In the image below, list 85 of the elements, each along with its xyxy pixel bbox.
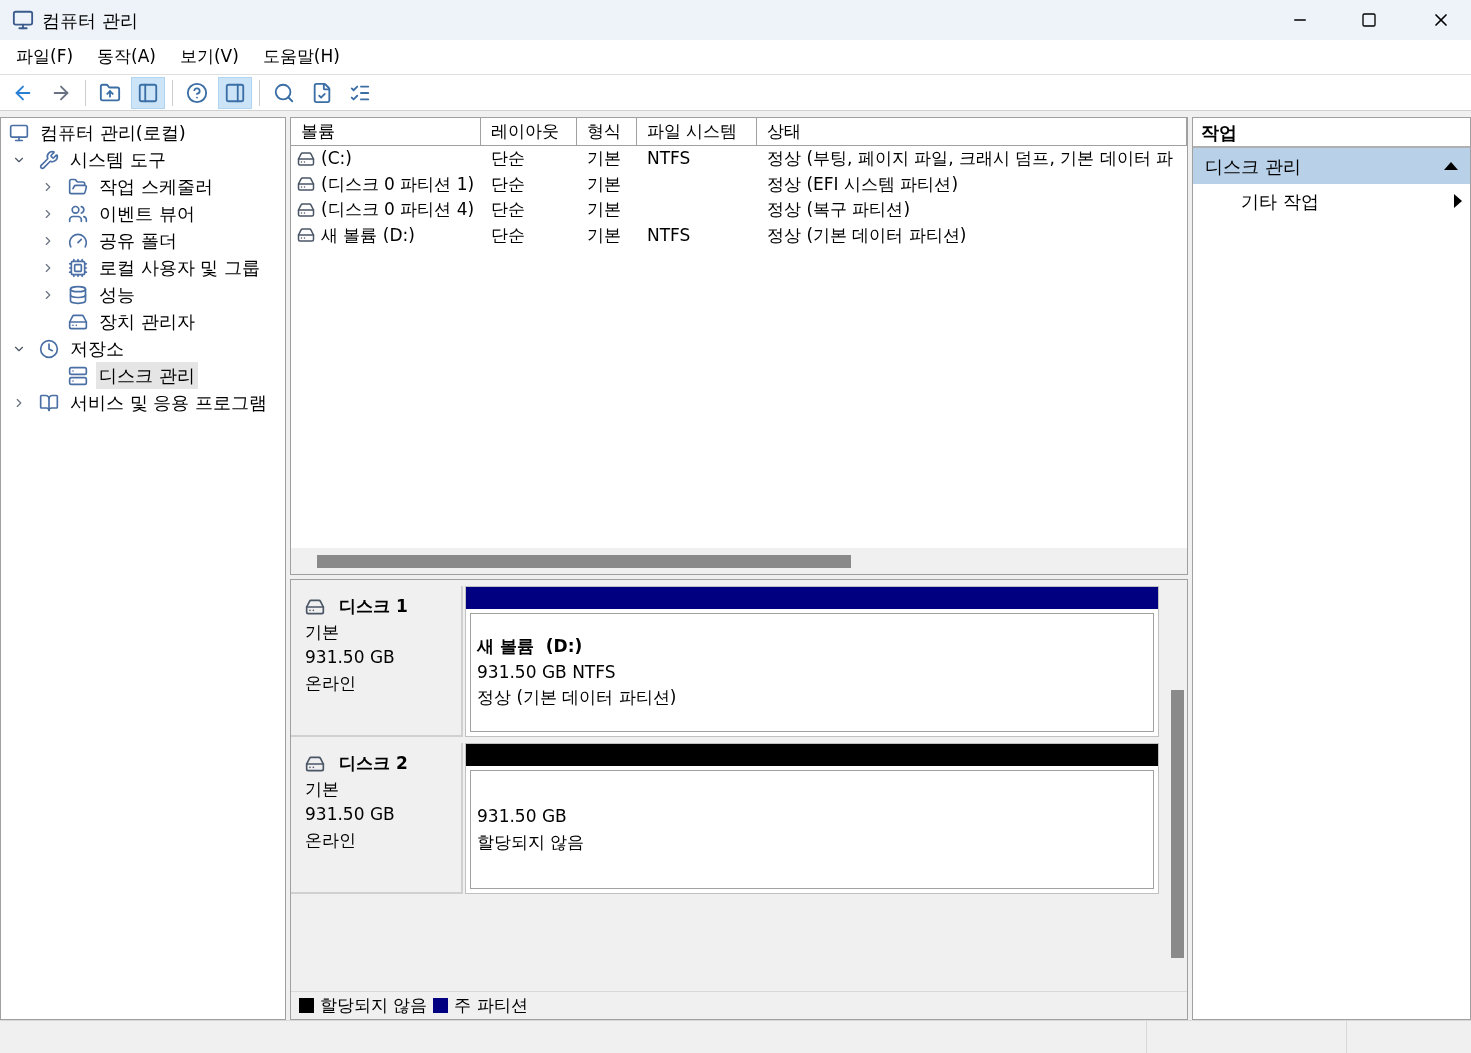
tree-item[interactable]: 작업 스케줄러 — [96, 173, 216, 200]
tree-item[interactable]: 서비스 및 응용 프로그램 — [67, 389, 271, 416]
disk-size: 931.50 GB — [305, 803, 396, 826]
collapse-triangle-icon[interactable] — [1444, 162, 1458, 170]
drive-icon — [297, 175, 315, 194]
vertical-scrollbar[interactable] — [1170, 690, 1184, 958]
table-cell-text: 단순 — [491, 147, 525, 170]
table-cell-text: NTFS — [647, 147, 691, 170]
table-cell-text: 정상 (부팅, 페이지 파일, 크래시 덤프, 기본 데이터 파 — [767, 147, 1174, 170]
clock-icon — [39, 338, 59, 359]
toolbar-button[interactable] — [218, 76, 252, 109]
table-cell-text: 단순 — [491, 172, 525, 196]
tree-item[interactable]: 컴퓨터 관리(로컬) — [37, 119, 189, 146]
tree-item[interactable]: 시스템 도구 — [67, 146, 169, 173]
checked-document-icon — [311, 81, 333, 104]
actions-section-header[interactable]: 디스크 관리 — [1193, 148, 1470, 184]
magnifier-icon — [273, 81, 295, 104]
panel-icon — [137, 81, 159, 104]
column-header[interactable]: 형식 — [577, 118, 637, 145]
column-header[interactable]: 상태 — [757, 118, 1187, 145]
table-cell-text: (C:) — [321, 147, 352, 170]
tree-item[interactable]: 디스크 관리 — [96, 362, 198, 389]
disk-type: 기본 — [305, 777, 340, 801]
users-icon — [68, 203, 88, 224]
tree-item[interactable]: 이벤트 뷰어 — [96, 200, 198, 227]
table-cell-text: 정상 (복구 파티션) — [767, 198, 911, 221]
maximize-icon[interactable] — [1361, 12, 1377, 28]
table-cell-text: (디스크 0 파티션 4) — [321, 198, 475, 221]
partition-status: 정상 (기본 데이터 파티션) — [477, 686, 678, 710]
legend-label: 주 파티션 — [454, 993, 528, 1017]
window-title: 컴퓨터 관리 — [42, 8, 139, 33]
disk-type: 기본 — [305, 620, 340, 644]
submenu-triangle-icon — [1454, 194, 1462, 208]
storage-icon — [68, 284, 88, 305]
server-icon — [68, 365, 88, 386]
column-header[interactable]: 레이아웃 — [481, 118, 577, 145]
tree-item[interactable]: 장치 관리자 — [96, 308, 198, 335]
chip-icon — [68, 257, 88, 278]
table-cell-text: (디스크 0 파티션 1) — [321, 172, 475, 196]
tree-item[interactable]: 저장소 — [67, 335, 127, 362]
legend-label: 할당되지 않음 — [320, 993, 428, 1017]
tree-item[interactable]: 성능 — [96, 281, 138, 308]
table-cell-text: 단순 — [491, 198, 525, 221]
table-cell-text: 기본 — [587, 198, 621, 221]
tree-item[interactable]: 로컬 사용자 및 그룹 — [96, 254, 264, 281]
horizontal-scrollbar[interactable] — [317, 554, 851, 568]
folder-up-icon — [99, 81, 121, 104]
action-item[interactable]: 기타 작업 — [1241, 187, 1454, 215]
table-cell-text: NTFS — [647, 223, 691, 247]
table-cell-text: 기본 — [587, 172, 621, 196]
tree-item[interactable]: 공유 폴더 — [96, 227, 180, 254]
partition-size: 931.50 GB — [477, 805, 568, 828]
table-cell-text: 정상 (기본 데이터 파티션) — [767, 223, 967, 247]
column-header[interactable]: 파일 시스템 — [637, 118, 757, 145]
computer-icon — [9, 122, 29, 143]
help-icon — [186, 81, 208, 104]
toolbar-button[interactable] — [131, 76, 165, 109]
book-icon — [39, 392, 59, 413]
disk-name: 디스크 2 — [339, 752, 408, 775]
table-cell-text: 기본 — [587, 147, 621, 170]
panel-icon — [224, 81, 246, 104]
folder-icon — [68, 176, 88, 197]
menu-item[interactable]: 파일(F) — [16, 44, 74, 70]
tools-icon — [39, 149, 59, 170]
disk-status: 온라인 — [305, 828, 357, 852]
menu-item[interactable]: 동작(A) — [97, 44, 156, 70]
disk-status: 온라인 — [305, 671, 357, 695]
drive-icon — [297, 149, 315, 168]
computer-icon — [12, 9, 34, 31]
table-cell-text: 새 볼륨 (D:) — [321, 223, 415, 247]
table-cell-text: 정상 (EFI 시스템 파티션) — [767, 172, 958, 196]
partition-block[interactable]: 931.50 GB 할당되지 않음 — [465, 743, 1159, 894]
table-cell-text: 기본 — [587, 223, 621, 247]
disk-size: 931.50 GB — [305, 646, 396, 669]
column-header[interactable]: 볼륨 — [291, 118, 481, 145]
partition-status: 할당되지 않음 — [477, 830, 586, 854]
menu-item[interactable]: 보기(V) — [179, 44, 239, 70]
drive-icon — [297, 200, 315, 219]
partition-size: 931.50 GB NTFS — [477, 660, 617, 684]
table-cell-text: 단순 — [491, 223, 525, 247]
partition-name: 새 볼륨 (D:) — [477, 635, 584, 659]
partition-block[interactable]: 새 볼륨 (D:) 931.50 GB NTFS 정상 (기본 데이터 파티션) — [465, 586, 1159, 737]
menu-item[interactable]: 도움말(H) — [262, 44, 340, 70]
drive-icon — [297, 226, 315, 245]
disk-name: 디스크 1 — [339, 595, 408, 618]
